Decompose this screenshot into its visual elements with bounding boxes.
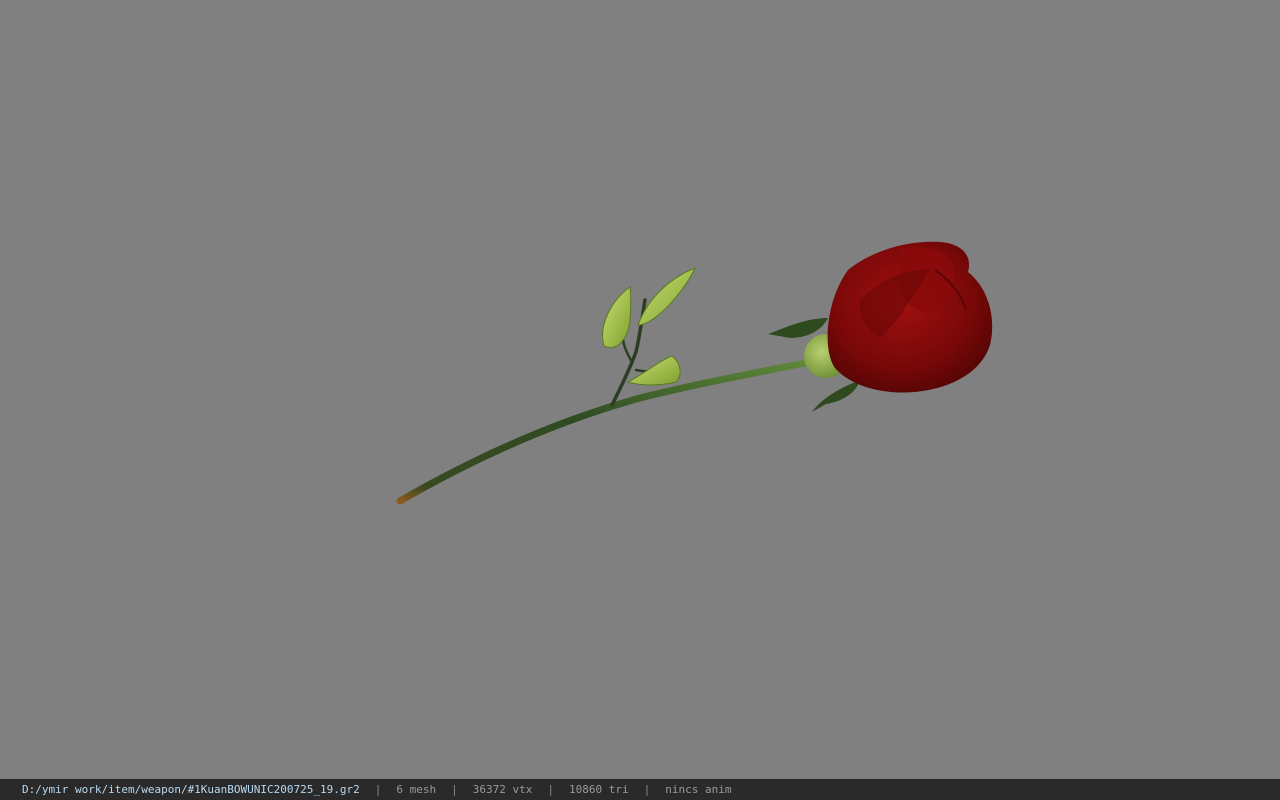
- rose-model: [396, 241, 993, 505]
- status-bar: D:/ymir work/item/weapon/#1KuanBOWUNIC20…: [0, 779, 1280, 800]
- leaf: [637, 267, 696, 326]
- leaf: [602, 286, 632, 348]
- sepal: [768, 318, 828, 338]
- triangle-count: 10860 tri: [569, 783, 629, 796]
- 3d-viewport[interactable]: [0, 0, 1280, 779]
- separator: |: [547, 783, 554, 796]
- stem: [396, 358, 814, 505]
- separator: |: [374, 783, 382, 796]
- separator: |: [643, 783, 651, 796]
- separator: |: [451, 783, 458, 796]
- vertex-count: 36372 vtx: [472, 783, 533, 796]
- sepal: [812, 380, 860, 412]
- animation-status: nincs anim: [665, 783, 732, 796]
- file-path: D:/ymir work/item/weapon/#1KuanBOWUNIC20…: [22, 783, 360, 796]
- mesh-count: 6 mesh: [396, 783, 437, 796]
